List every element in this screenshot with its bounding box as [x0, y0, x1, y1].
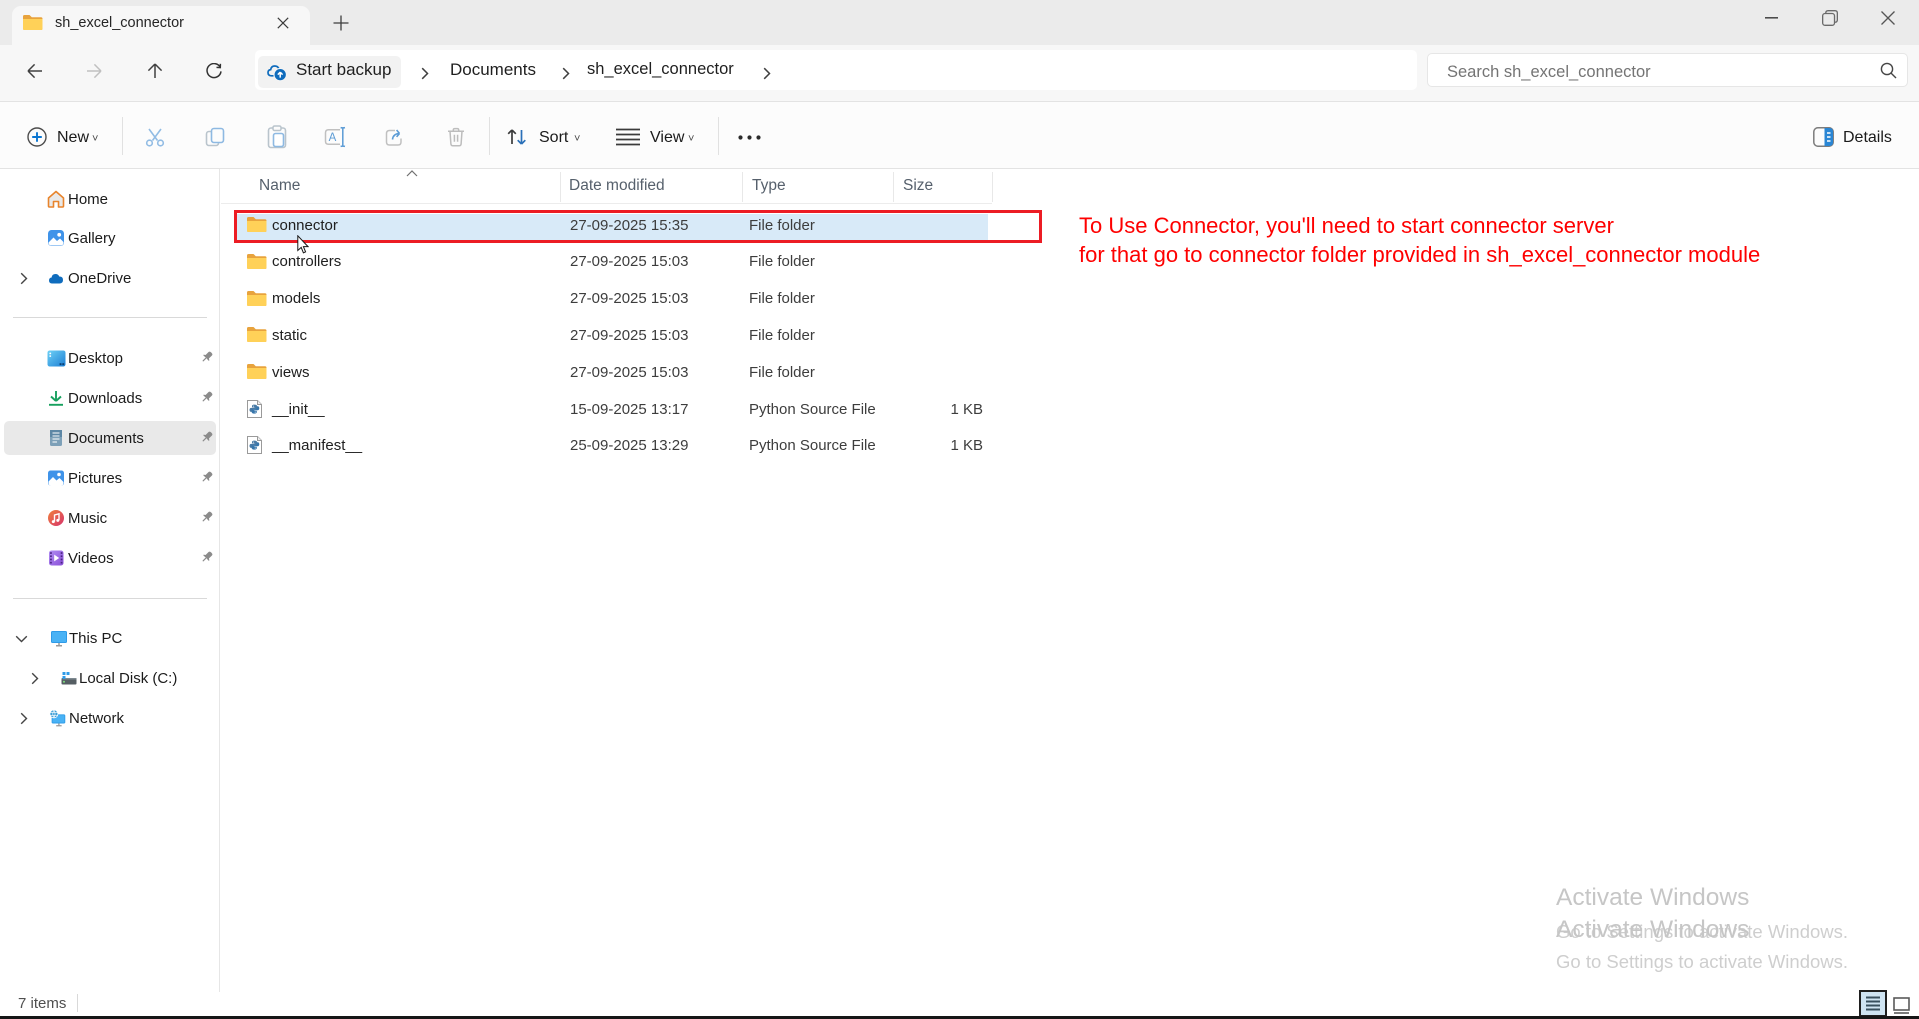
svg-text:A: A	[329, 132, 337, 144]
